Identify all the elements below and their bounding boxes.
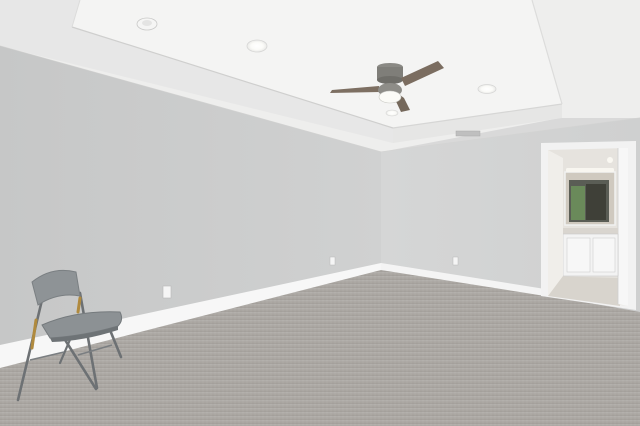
hvac-vent	[455, 130, 481, 137]
bathroom-mirror	[564, 171, 616, 226]
wall-outlet	[452, 256, 459, 266]
wall-outlet	[162, 285, 172, 299]
wall-outlet	[329, 256, 336, 266]
room-photo	[0, 0, 640, 426]
bathroom-vanity	[562, 228, 619, 277]
smoke-detector	[136, 17, 158, 31]
doorway	[541, 141, 636, 310]
